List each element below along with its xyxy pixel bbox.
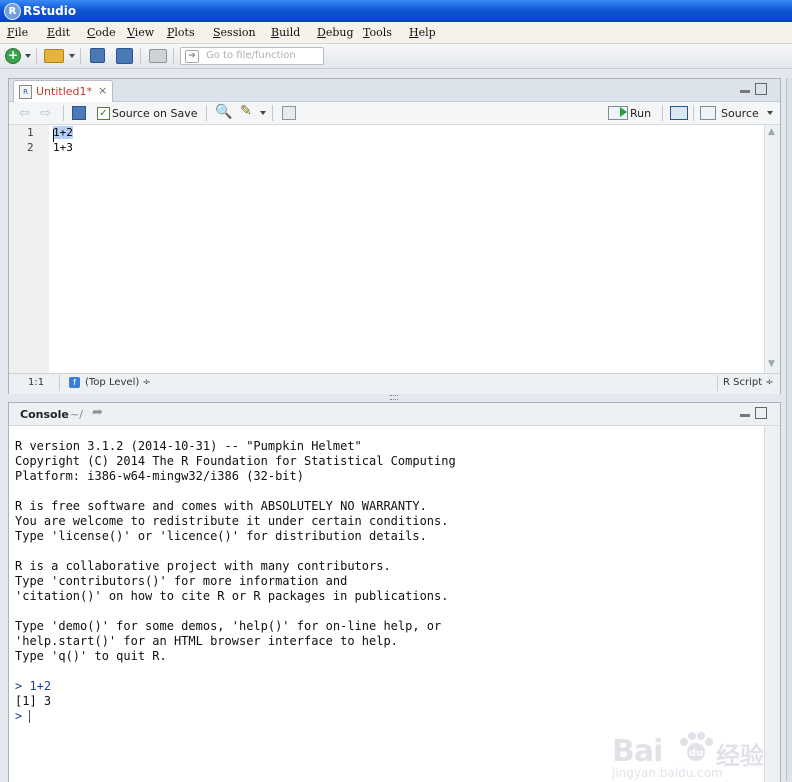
source-dropdown-icon[interactable]	[767, 111, 773, 115]
rstudio-logo-icon: R	[4, 3, 21, 20]
compile-notebook-icon[interactable]	[282, 106, 296, 120]
scroll-down-icon[interactable]: ▼	[768, 359, 775, 369]
go-to-directory-icon[interactable]: ➦	[92, 405, 103, 420]
toolbar-separator	[36, 48, 37, 64]
maximize-pane-icon[interactable]	[755, 407, 767, 419]
editor-scrollbar[interactable]: ▲ ▼	[764, 125, 780, 373]
tab-untitled1[interactable]: R Untitled1* ×	[13, 80, 113, 102]
new-file-icon[interactable]: +	[5, 48, 21, 64]
menu-code[interactable]: Code	[87, 26, 116, 39]
search-icon[interactable]: 🔍	[215, 104, 232, 120]
toolbar-separator	[662, 105, 663, 121]
code-text: 1+3	[53, 141, 73, 154]
forward-arrow-icon[interactable]: ⇨	[40, 106, 51, 121]
line-number: 1	[27, 126, 34, 139]
tab-label: Untitled1*	[36, 85, 93, 98]
console-title: Console	[20, 408, 69, 421]
source-on-save-checkbox[interactable]: ✓	[97, 107, 110, 120]
open-folder-icon[interactable]	[44, 49, 64, 63]
rerun-icon[interactable]	[670, 106, 688, 120]
editor-tab-strip: R Untitled1* ×	[9, 79, 780, 102]
scope-selector[interactable]: (Top Level) ÷	[85, 377, 151, 388]
open-recent-dropdown-icon[interactable]	[69, 54, 75, 58]
baidu-watermark: Bai du 经验 jingyan.baidu.com	[612, 730, 788, 780]
maximize-pane-icon[interactable]	[755, 83, 767, 95]
code-line[interactable]: 1+3	[53, 141, 73, 154]
menu-file[interactable]: File	[7, 26, 28, 39]
go-to-arrow-icon: ➔	[185, 50, 199, 63]
line-number: 2	[27, 141, 34, 154]
menu-session[interactable]: Session	[213, 26, 256, 39]
save-file-icon[interactable]	[72, 106, 86, 120]
status-separator	[59, 375, 60, 391]
watermark-url: jingyan.baidu.com	[612, 766, 723, 780]
console-header: Console ~/ ➦	[9, 403, 780, 426]
scroll-up-icon[interactable]: ▲	[768, 127, 775, 137]
console-scrollbar[interactable]	[764, 426, 780, 782]
svg-text:du: du	[689, 748, 703, 759]
save-all-icon[interactable]	[116, 48, 133, 64]
menu-tools[interactable]: Tools	[363, 26, 392, 39]
console-caret	[29, 710, 31, 723]
toolbar-separator	[140, 48, 141, 64]
toolbar-separator	[173, 48, 174, 64]
source-button[interactable]: Source	[721, 107, 759, 120]
line-number-gutter: 1 2	[9, 125, 49, 373]
editor-toolbar: ⇦ ⇨ ✓ Source on Save 🔍 ✎ Run Source	[9, 102, 780, 125]
main-toolbar: + ➔ Go to file/function	[0, 44, 792, 69]
code-tools-wand-icon[interactable]: ✎	[240, 103, 252, 119]
status-separator	[717, 375, 718, 391]
working-directory: ~/	[70, 408, 83, 421]
code-tools-dropdown-icon[interactable]	[260, 111, 266, 115]
menu-view[interactable]: View	[127, 26, 154, 39]
run-button[interactable]: Run	[630, 107, 651, 120]
title-bar: R RStudio	[0, 0, 792, 22]
file-type-selector[interactable]: R Script ÷	[723, 377, 774, 388]
menu-help[interactable]: Help	[409, 26, 436, 39]
console-command: 1+2	[22, 679, 52, 693]
cursor-position: 1:1	[28, 377, 45, 388]
selected-text: 1+2	[53, 126, 73, 139]
window-title: RStudio	[23, 4, 77, 18]
menu-plots[interactable]: Plots	[167, 26, 195, 39]
watermark-suffix: 经验	[716, 742, 764, 770]
function-scope-icon: f	[69, 377, 80, 388]
right-pane-strip[interactable]	[786, 78, 792, 781]
print-icon[interactable]	[149, 49, 167, 63]
console-banner: R version 3.1.2 (2014-10-31) -- "Pumpkin…	[15, 439, 456, 663]
source-icon[interactable]	[700, 106, 716, 120]
console-pane: Console ~/ ➦ R version 3.1.2 (2014-10-31…	[8, 402, 781, 782]
source-editor-pane: R Untitled1* × ⇦ ⇨ ✓ Source on Save 🔍 ✎ …	[8, 78, 781, 394]
console-input-prompt[interactable]: >	[15, 709, 22, 723]
save-icon[interactable]	[90, 48, 105, 63]
toolbar-separator	[80, 48, 81, 64]
back-arrow-icon[interactable]: ⇦	[19, 106, 30, 121]
toolbar-separator	[63, 105, 64, 121]
r-document-icon: R	[19, 85, 32, 99]
menu-bar: File Edit Code View Plots Session Build …	[0, 22, 792, 44]
run-arrow-icon	[620, 107, 627, 117]
code-line[interactable]: 1+2	[53, 126, 73, 139]
go-to-placeholder: Go to file/function	[206, 50, 296, 61]
menu-edit[interactable]: Edit	[47, 26, 70, 39]
menu-debug[interactable]: Debug	[317, 26, 354, 39]
toolbar-separator	[693, 105, 694, 121]
toolbar-separator	[272, 105, 273, 121]
baidu-paw-logo-icon: du	[680, 732, 713, 761]
source-on-save-label: Source on Save	[112, 107, 198, 120]
minimize-pane-icon[interactable]	[740, 90, 750, 93]
text-cursor	[53, 129, 54, 142]
console-output[interactable]: R version 3.1.2 (2014-10-31) -- "Pumpkin…	[15, 439, 456, 724]
minimize-pane-icon[interactable]	[740, 414, 750, 417]
splitter-grip-icon	[390, 395, 398, 400]
toolbar-separator	[206, 105, 207, 121]
go-to-file-input[interactable]: ➔ Go to file/function	[180, 47, 324, 65]
console-result: [1] 3	[15, 694, 52, 708]
pane-splitter[interactable]	[8, 393, 779, 401]
watermark-brand: Bai	[612, 734, 663, 769]
tab-close-icon[interactable]: ×	[98, 84, 107, 97]
menu-build[interactable]: Build	[271, 26, 300, 39]
editor-status-bar: 1:1 f (Top Level) ÷ R Script ÷	[9, 373, 780, 394]
new-file-dropdown-icon[interactable]	[25, 54, 31, 58]
